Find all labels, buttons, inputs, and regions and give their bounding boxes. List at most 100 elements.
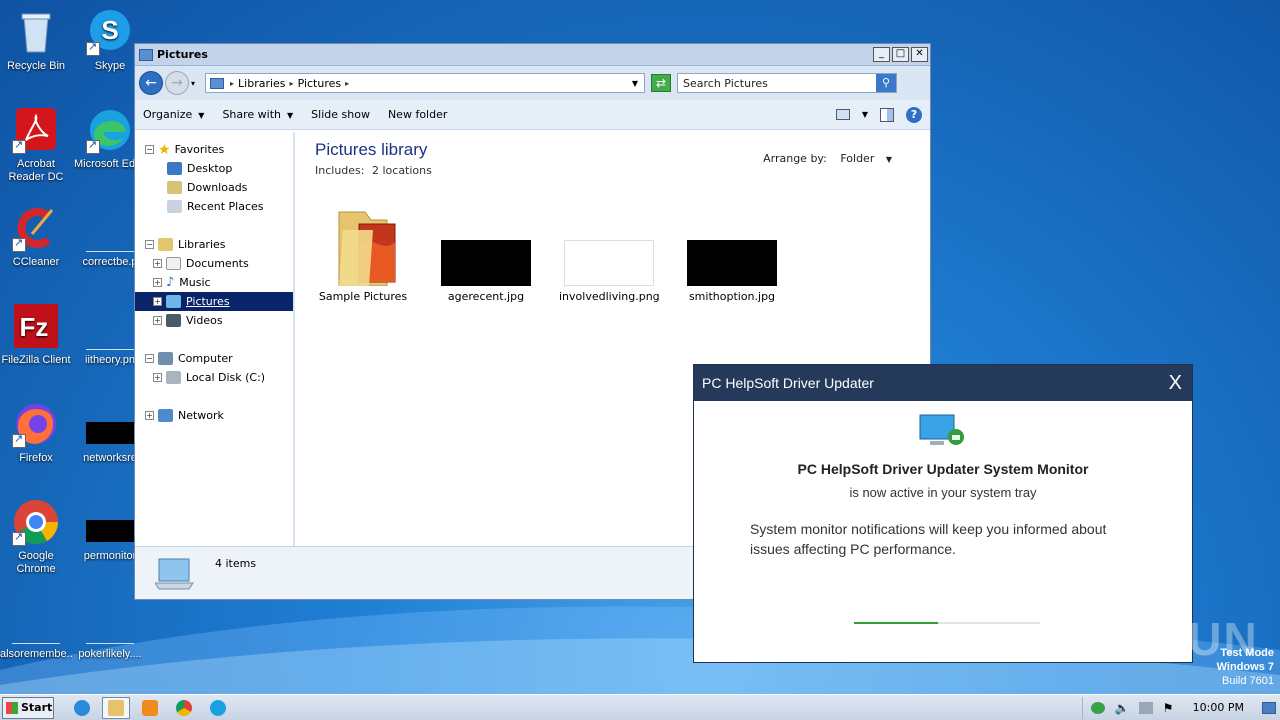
desktop-icon-ccleaner[interactable]: CCleaner (0, 204, 72, 269)
internet-explorer-icon (74, 699, 90, 716)
hard-drive-icon (166, 371, 181, 384)
edge-icon (86, 106, 134, 154)
nav-item-music[interactable]: + ♪ Music (135, 273, 293, 292)
nav-item-documents[interactable]: + Documents (135, 254, 293, 273)
nav-item-network[interactable]: + Network (135, 406, 293, 425)
change-view-icon[interactable] (835, 109, 850, 120)
nav-item-favorites[interactable]: − ★ Favorites (135, 140, 293, 159)
view-options-dropdown-icon[interactable]: ▼ (862, 110, 868, 119)
file-item[interactable]: Sample Pictures (313, 194, 413, 303)
desktop-icon-recycle-bin[interactable]: Recycle Bin (0, 8, 72, 73)
svg-text:S: S (101, 15, 118, 45)
monitor-icon (918, 413, 966, 452)
driver-updater-tray-icon[interactable] (1090, 701, 1105, 714)
maximize-button[interactable]: □ (892, 47, 909, 62)
preview-pane-icon[interactable] (880, 107, 894, 122)
includes-locations-link[interactable]: 2 locations (372, 164, 432, 177)
expand-icon[interactable]: + (153, 297, 162, 306)
clock[interactable]: 10:00 PM (1193, 701, 1244, 714)
breadcrumb-separator-icon[interactable]: ▸ (345, 79, 349, 88)
collapse-icon[interactable]: − (145, 354, 154, 363)
desktop-icon-acrobat[interactable]: Acrobat Reader DC (0, 106, 72, 184)
address-field[interactable]: ▸ Libraries ▸ Pictures ▸ ▼ (205, 73, 646, 93)
file-thumbnail (12, 596, 60, 644)
expand-icon[interactable]: + (153, 316, 162, 325)
expand-icon[interactable]: + (153, 259, 162, 268)
nav-item-recent-places[interactable]: Recent Places (135, 197, 293, 216)
collapse-icon[interactable]: − (145, 145, 154, 154)
title-bar[interactable]: Pictures _ □ ✕ (135, 44, 930, 66)
nav-item-desktop[interactable]: Desktop (135, 159, 293, 178)
start-label: Start (21, 701, 53, 714)
nav-label: Videos (186, 314, 223, 327)
desktop-icon-firefox[interactable]: Firefox (0, 400, 72, 465)
nav-item-computer[interactable]: − Computer (135, 349, 293, 368)
file-item[interactable]: involvedliving.png (559, 194, 660, 303)
slide-show-button[interactable]: Slide show (311, 108, 370, 121)
taskbar-media-player[interactable] (136, 697, 164, 719)
search-input[interactable]: Search Pictures ⚲ (677, 73, 898, 93)
help-icon[interactable]: ? (906, 106, 922, 123)
expand-icon[interactable]: + (145, 411, 154, 420)
shortcut-arrow-icon (12, 432, 26, 448)
share-with-button[interactable]: Share with ▼ (222, 108, 293, 121)
file-item[interactable]: smithoption.jpg (682, 194, 782, 303)
expand-icon[interactable]: + (153, 278, 162, 287)
collapse-icon[interactable]: − (145, 240, 154, 249)
system-tray: 🔈 ⚑ 10:00 PM (1081, 696, 1280, 719)
library-includes: Includes: 2 locations (315, 164, 432, 177)
file-name: agerecent.jpg (447, 290, 525, 303)
desktop-icon-chrome[interactable]: Google Chrome (0, 498, 72, 576)
desktop-icon-file[interactable]: pokerlikely.... (74, 596, 146, 661)
desktop-icon-filezilla[interactable]: Fz FileZilla Client (0, 302, 72, 367)
organize-button[interactable]: Organize ▼ (143, 108, 204, 121)
breadcrumb-separator-icon[interactable]: ▸ (290, 79, 294, 88)
computer-icon (158, 352, 173, 365)
start-button[interactable]: Start (2, 696, 54, 719)
popup-close-button[interactable]: X (1169, 372, 1182, 395)
show-desktop-icon[interactable] (1262, 701, 1276, 714)
organize-label: Organize (143, 108, 193, 121)
back-button[interactable]: ← (139, 71, 163, 95)
nav-item-libraries[interactable]: − Libraries (135, 235, 293, 254)
breadcrumb-libraries[interactable]: Libraries (238, 77, 286, 90)
nav-item-videos[interactable]: + Videos (135, 311, 293, 330)
breadcrumb-pictures[interactable]: Pictures (298, 77, 342, 90)
file-item[interactable]: agerecent.jpg (436, 194, 536, 303)
item-count: 4 items (215, 557, 257, 570)
chevron-down-icon[interactable]: ▼ (886, 155, 892, 164)
address-dropdown-icon[interactable]: ▼ (632, 79, 638, 88)
refresh-button[interactable]: ⇄ (651, 74, 672, 92)
file-thumbnail (86, 204, 134, 252)
window-title: Pictures (157, 48, 208, 61)
taskbar-chrome[interactable] (170, 697, 198, 719)
network-tray-icon[interactable] (1138, 701, 1153, 714)
breadcrumb-separator-icon[interactable]: ▸ (230, 79, 234, 88)
arrange-by[interactable]: Arrange by: Folder ▼ (763, 152, 892, 165)
music-icon: ♪ (166, 275, 175, 290)
new-folder-button[interactable]: New folder (388, 108, 447, 121)
expand-icon[interactable]: + (153, 373, 162, 382)
library-icon (210, 77, 225, 89)
nav-item-pictures[interactable]: + Pictures (135, 292, 293, 311)
nav-item-local-disk[interactable]: + Local Disk (C:) (135, 368, 293, 387)
taskbar-explorer[interactable] (102, 696, 130, 719)
search-icon[interactable]: ⚲ (876, 74, 897, 92)
taskbar-internet-explorer[interactable] (68, 697, 96, 719)
desktop-icon-label: CCleaner (12, 256, 60, 268)
forward-button[interactable]: → (165, 71, 189, 95)
close-button[interactable]: ✕ (911, 47, 928, 62)
arrange-value[interactable]: Folder (840, 152, 874, 165)
desktop-icon-file[interactable]: alsoremembe... (0, 596, 72, 661)
recent-pages-dropdown-icon[interactable]: ▾ (191, 79, 195, 88)
skype-icon: S (86, 8, 134, 56)
nav-item-downloads[interactable]: Downloads (135, 178, 293, 197)
volume-icon[interactable]: 🔈 (1115, 702, 1130, 714)
taskbar-edge[interactable] (204, 697, 232, 719)
chevron-down-icon: ▼ (287, 111, 294, 120)
os-label: Windows 7 (1216, 661, 1274, 673)
shortcut-arrow-icon (86, 40, 100, 56)
minimize-button[interactable]: _ (873, 47, 890, 62)
command-bar: Organize ▼ Share with ▼ Slide show New fol… (135, 100, 930, 130)
action-center-flag-icon[interactable]: ⚑ (1163, 702, 1177, 714)
